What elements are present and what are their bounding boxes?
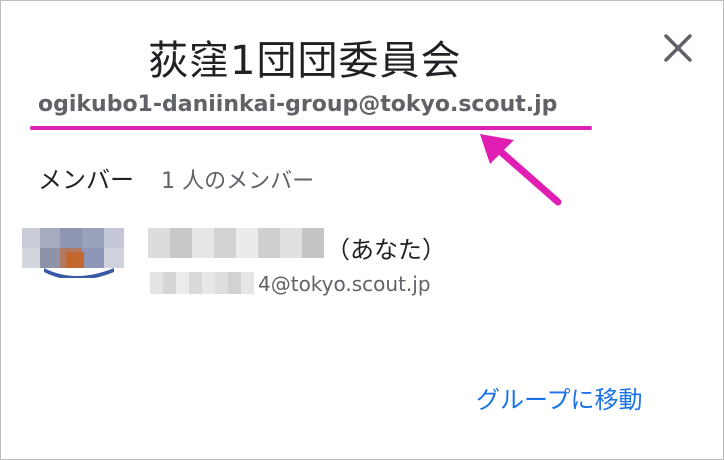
members-heading: メンバー xyxy=(38,166,134,194)
dialog-title: 荻窪1団団委員会 xyxy=(148,38,462,84)
pointer-arrow-icon xyxy=(480,134,562,206)
close-icon[interactable] xyxy=(658,28,698,68)
avatar xyxy=(22,222,128,278)
members-header: メンバー 1 人のメンバー xyxy=(38,160,314,195)
member-email: 4@tokyo.scout.jp xyxy=(258,272,431,296)
group-email: ogikubo1-daniinkai-group@tokyo.scout.jp xyxy=(38,92,558,117)
close-button[interactable] xyxy=(658,28,698,68)
go-to-group-button[interactable]: グループに移動 xyxy=(476,380,643,415)
member-name-redacted xyxy=(148,228,324,258)
member-email-redacted xyxy=(150,272,254,294)
member-you-label: （あなた） xyxy=(326,236,446,264)
members-count: 1 人のメンバー xyxy=(161,169,315,194)
